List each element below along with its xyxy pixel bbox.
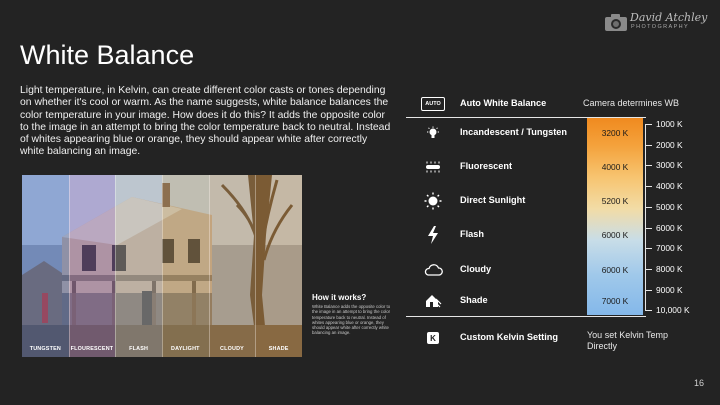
house-comparison-photo: TUNGSTEN FLOURESCENT FLASH DAYLIGHT CLOUDY SH… [22,175,302,357]
photo-band-tungsten [22,175,69,357]
photo-band-label: FLOURESCENT [70,346,114,352]
kelvin-scale-axis [645,124,646,311]
flash-icon [428,226,438,244]
photo-band-flash [115,175,162,357]
kelvin-k-icon: K [427,332,439,344]
kelvin-value: 6000 K [601,230,629,240]
kelvin-value: 7000 K [601,296,629,306]
kelvin-value: 5200 K [601,196,629,206]
slide: David Atchley PHOTOGRAPHY White Balance … [0,0,720,405]
photo-band-shade [255,175,302,357]
photo-band-cloudy [208,175,256,357]
kelvin-scale-tick [645,268,652,270]
logo-subtitle: PHOTOGRAPHY [631,24,690,30]
wb-note-auto: Camera determines WB [583,98,680,108]
kelvin-scale-label: 6000 K [656,222,683,233]
photo-band-divider [255,175,257,357]
wb-label-custom: Custom Kelvin Setting [460,332,559,342]
auto-icon: AUTO [421,97,445,111]
kelvin-scale-label: 3000 K [656,160,683,171]
kelvin-value: 4000 K [601,162,629,172]
wb-bottom-divider [406,316,646,317]
photo-band-label: CLOUDY [220,346,244,352]
wb-row-cloudy: Cloudy [420,259,590,281]
photo-band-divider [208,175,210,357]
kelvin-scale-label: 10,000 K [656,305,690,316]
wb-row-daylight: Direct Sunlight [420,190,590,212]
wb-label-cloudy: Cloudy [460,264,492,274]
wb-label-flash: Flash [460,229,484,239]
camera-logo-icon [605,14,627,31]
color-temperature-gradient [587,118,643,315]
kelvin-scale-tick [645,310,652,312]
how-it-works-title: How it works? [312,293,367,302]
wb-label-shade: Shade [460,295,488,305]
photo-band-divider [68,175,70,357]
kelvin-scale-tick [645,248,652,250]
kelvin-scale-tick [645,227,652,229]
kelvin-scale-tick [645,124,652,125]
logo-name: David Atchley [630,11,708,24]
wb-label-fluorescent: Fluorescent [460,161,513,171]
shade-icon [426,295,442,308]
wb-row-custom: K Custom Kelvin Setting [420,327,590,349]
photo-band-flourescent [68,175,116,357]
wb-row-shade: Shade [420,290,590,312]
bulb-icon [427,126,439,138]
kelvin-scale-tick [645,165,652,167]
kelvin-scale-label: 8000 K [656,263,683,274]
wb-label-tungsten: Incandescent / Tungsten [460,127,568,137]
photo-band-daylight [162,175,209,357]
kelvin-scale-tick [645,186,652,188]
fluorescent-icon [426,161,440,173]
photo-band-divider [115,175,117,357]
kelvin-scale-label: 4000 K [656,181,683,192]
wb-row-fluorescent: Fluorescent [420,156,590,178]
kelvin-scale-tick [645,206,652,208]
logo: David Atchley PHOTOGRAPHY [604,10,707,34]
wb-row-tungsten: Incandescent / Tungsten [420,122,590,144]
wb-row-flash: Flash [420,224,590,246]
kelvin-value: 3200 K [601,128,629,138]
intro-paragraph: Light temperature, in Kelvin, can create… [20,85,391,158]
slide-title: White Balance [20,40,195,70]
kelvin-value: 6000 K [601,265,629,275]
kelvin-scale-tick [645,144,652,146]
wb-label-daylight: Direct Sunlight [460,195,526,205]
photo-band-label: DAYLIGHT [171,346,200,352]
photo-band-label: TUNGSTEN [29,346,61,352]
photo-band-label: FLASH [129,346,149,352]
photo-band-label: SHADE [268,346,289,352]
kelvin-scale-label: 2000 K [656,139,683,150]
kelvin-scale-label: 9000 K [656,284,683,295]
how-it-works-body: White Balance adds the opposite color to… [312,304,391,336]
page-number: 16 [694,378,705,388]
wb-label-auto: Auto White Balance [460,98,547,108]
sun-icon [424,192,442,210]
wb-note-custom: You set Kelvin Temp Directly [587,330,669,351]
kelvin-scale-tick [645,289,652,291]
photo-band-divider [162,175,163,357]
kelvin-scale-label: 1000 K [656,119,683,129]
kelvin-scale-label: 7000 K [656,243,683,254]
cloud-icon [424,264,443,276]
kelvin-scale-label: 5000 K [656,201,683,212]
